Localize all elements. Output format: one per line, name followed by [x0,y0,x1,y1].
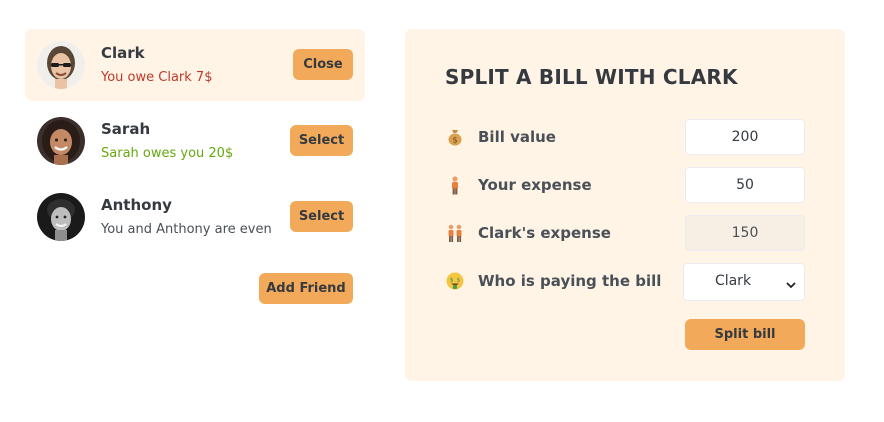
payer-label: Who is paying the bill [478,272,662,290]
friend-expense-input [685,215,805,251]
friend-expense-label: Clark's expense [478,224,611,242]
your-expense-label: Your expense [478,176,592,194]
payer-select[interactable]: Clark [683,263,805,301]
friend-balance-status: You and Anthony are even [101,222,272,237]
chevron-down-icon [785,276,797,289]
friend-name: Clark [101,44,145,62]
money-bag-icon: $ [445,127,465,147]
friend-name: Anthony [101,196,172,214]
svg-text:$: $ [452,136,457,145]
friend-item-clark: Clark You owe Clark 7$ Close [25,29,365,101]
your-expense-row: Your expense [445,167,805,203]
money-face-icon: $ $ [445,271,465,291]
friend-item-sarah: Sarah Sarah owes you 20$ Select [25,105,365,177]
bill-value-label: Bill value [478,128,556,146]
friend-balance-status: You owe Clark 7$ [101,70,213,85]
split-bill-button[interactable]: Split bill [685,319,805,350]
friend-name: Sarah [101,120,151,138]
bill-value-input[interactable] [685,119,805,155]
your-expense-input[interactable] [685,167,805,203]
friend-balance-status: Sarah owes you 20$ [101,146,234,161]
payer-selected-value: Clark [714,273,752,289]
friend-expense-row: Clark's expense [445,215,805,251]
eat-n-split-app: Clark You owe Clark 7$ Close Sarah Sarah… [0,0,884,422]
add-friend-button[interactable]: Add Friend [259,273,353,304]
clark-avatar [37,41,85,89]
bill-value-row: $ Bill value [445,119,805,155]
friends-sidebar: Clark You owe Clark 7$ Close Sarah Sarah… [25,29,365,304]
friend-item-anthony: Anthony You and Anthony are even Select [25,181,365,253]
two-people-icon [445,223,465,243]
sarah-avatar [37,117,85,165]
svg-text:$: $ [450,278,454,284]
close-button[interactable]: Close [293,49,353,80]
split-bill-form: SPLIT A BILL WITH CLARK $ Bill value 200… [405,29,845,381]
anthony-avatar [37,193,85,241]
payer-row: $ $ Who is paying the bill Clark [445,263,805,301]
person-icon [445,175,465,195]
select-button[interactable]: Select [290,125,353,156]
form-title: SPLIT A BILL WITH CLARK [445,65,738,89]
select-button[interactable]: Select [290,201,353,232]
svg-text:$: $ [457,278,461,284]
